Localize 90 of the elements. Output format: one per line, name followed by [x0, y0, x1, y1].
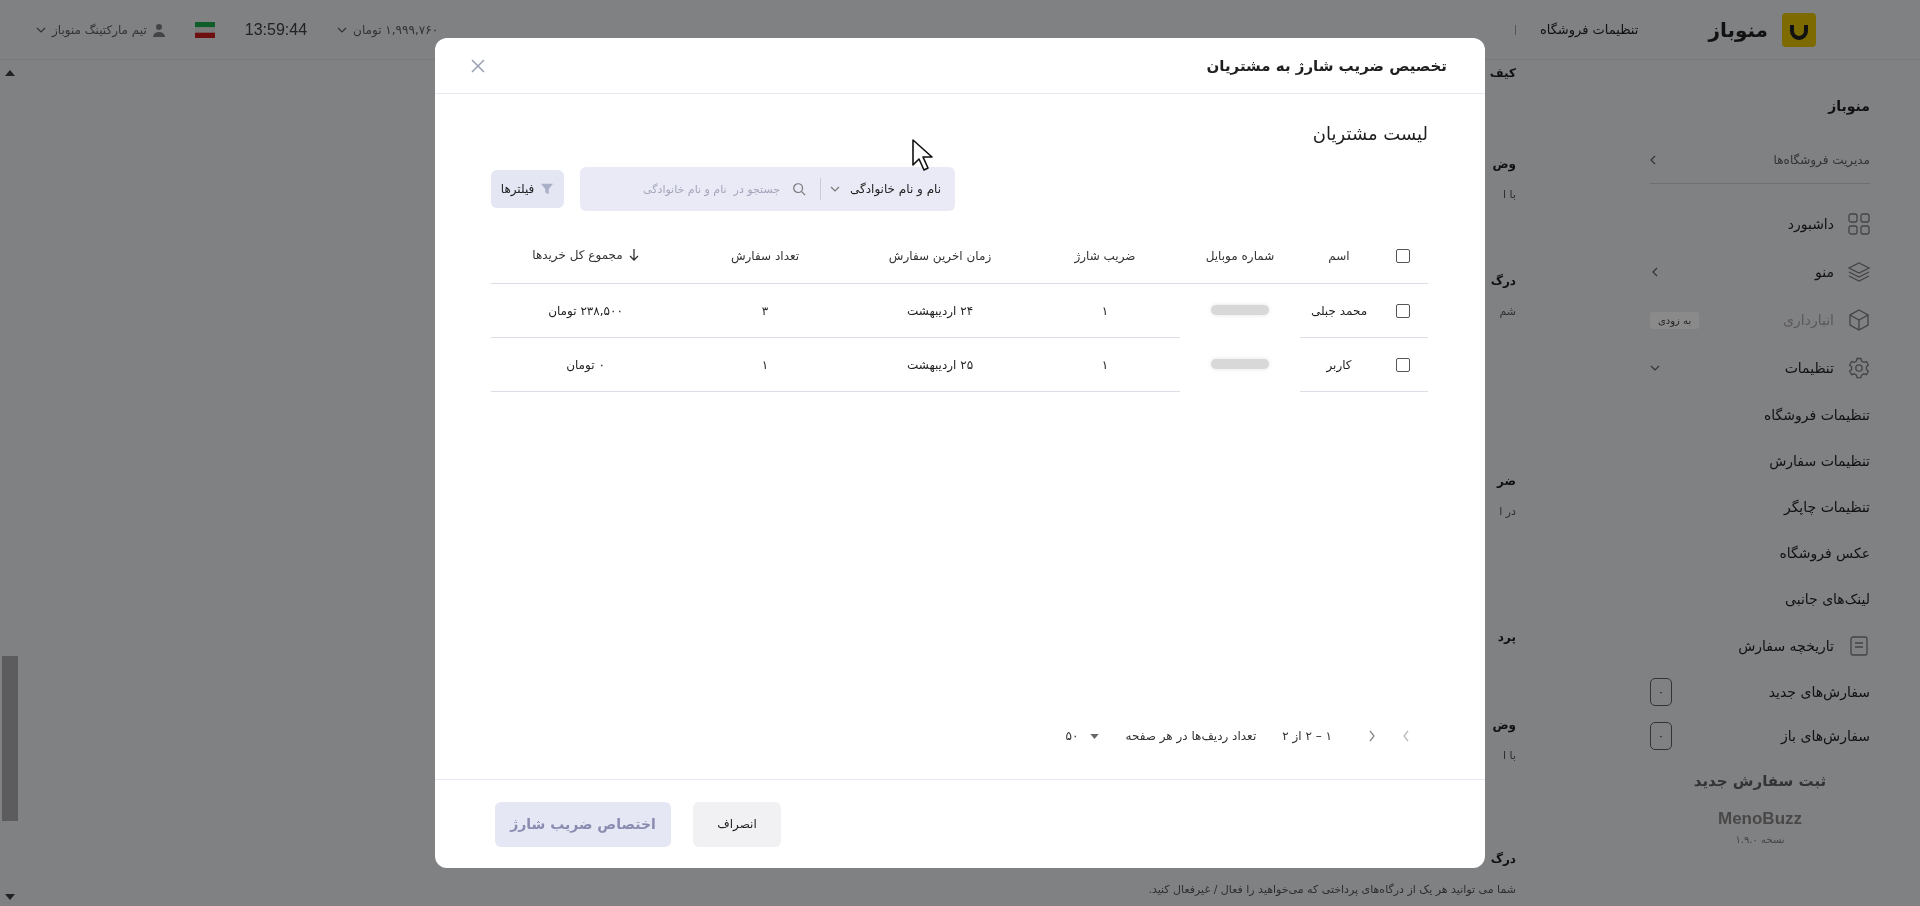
balance-dropdown[interactable]: ۱,۹۹۹,۷۶۰ تومان — [337, 22, 439, 37]
receipt-icon — [1848, 635, 1870, 657]
sub-nav-item[interactable]: عکس فروشگاه — [1650, 530, 1870, 576]
table-cell: ۲۴ اردیبهشت — [850, 283, 1030, 338]
close-icon[interactable] — [471, 58, 485, 73]
table-cell: ۱ — [680, 337, 850, 392]
user-icon — [152, 22, 165, 37]
select-all-checkbox[interactable] — [1396, 249, 1410, 264]
section-description: با ا — [1503, 748, 1516, 764]
funnel-icon — [540, 183, 555, 195]
user-menu[interactable]: تیم مارکتینگ منوباز — [36, 22, 165, 37]
section-description: با ا — [1503, 187, 1516, 203]
coming-soon-badge: به زودی — [1650, 311, 1700, 329]
search-field-select[interactable]: نام و نام خانوادگی — [820, 167, 956, 211]
sub-nav-item[interactable]: تنظیمات فروشگاه — [1650, 392, 1870, 438]
flag-icon — [194, 21, 215, 38]
table-cell: ۲۳۸,۵۰۰ تومان — [491, 283, 680, 338]
order-count-label: سفارش‌های باز — [1781, 728, 1870, 744]
sidebar-title: منوباز — [1826, 97, 1870, 117]
grid-icon — [1848, 213, 1870, 235]
scroll-up-icon[interactable] — [5, 70, 15, 76]
row-checkbox[interactable] — [1396, 357, 1410, 372]
section-title: درگ — [1490, 851, 1516, 868]
order-count: ۰ — [1650, 722, 1672, 750]
nav-item[interactable]: تنظیمات — [1670, 357, 1870, 379]
chevron-icon[interactable] — [1650, 267, 1660, 277]
table-cell: ۱ — [1030, 283, 1180, 338]
cursor-icon — [911, 138, 935, 172]
section-title: وض — [1492, 717, 1516, 734]
new-order-button[interactable]: ثبت سفارش جدید — [1650, 758, 1870, 804]
caret-icon — [1090, 733, 1100, 739]
section-title: لیست مشتریان — [1311, 122, 1428, 146]
sort-arrow-icon[interactable] — [628, 249, 639, 261]
section-description: شما می توانید هر یک از درگاه‌های پرداختی که می‌خواهید را فعال / غیرفعال کنید. — [1148, 882, 1516, 898]
layers-icon — [1848, 261, 1870, 283]
scrollbar-thumb[interactable] — [2, 656, 18, 821]
store-management-link[interactable]: مدیریت فروشگاه‌ها — [1650, 140, 1870, 180]
brand-wordmark: MenoBuzz — [1716, 808, 1803, 830]
nav-item[interactable]: منو — [1670, 261, 1870, 283]
caret-icon — [337, 26, 348, 33]
column-header[interactable]: مجموع کل خریدها — [532, 248, 623, 262]
section-description: در ا — [1499, 504, 1516, 520]
caret-icon — [830, 186, 840, 192]
table-cell: ۲۵ اردیبهشت — [850, 337, 1030, 392]
cube-icon — [1848, 309, 1870, 331]
blurred-phone-number — [1211, 358, 1269, 369]
row-checkbox[interactable] — [1396, 303, 1410, 318]
nav-item[interactable]: تاریخچه سفارش — [1650, 635, 1870, 657]
nav-item[interactable]: داشبورد — [1650, 213, 1870, 235]
cancel-button[interactable]: انصراف — [693, 801, 781, 847]
section-title: درگ — [1490, 273, 1516, 290]
order-count: ۰ — [1650, 678, 1672, 706]
rows-per-page-select[interactable]: ۵۰ — [1065, 729, 1100, 743]
table-cell: ۰ تومان — [491, 337, 680, 392]
filter-button[interactable]: فیلترها — [491, 170, 564, 208]
table-cell: محمد جبلی — [1300, 283, 1378, 338]
section-title: وض — [1492, 156, 1516, 173]
section-title: پرد — [1497, 629, 1516, 646]
clock: 13:59:44 — [244, 20, 308, 39]
version-label: نسخه ۱.۹.۰ — [1734, 833, 1786, 847]
table-cell: ۳ — [680, 283, 850, 338]
caret-icon — [36, 26, 46, 33]
blurred-phone-number — [1211, 304, 1269, 315]
dialog-title: تخصیص ضریب شارژ به مشتریان — [1206, 56, 1447, 75]
column-header[interactable]: تعداد سفارش — [730, 249, 800, 263]
chevron-right-icon[interactable] — [1368, 730, 1376, 742]
sub-nav-item[interactable]: تنظیمات سفارش — [1650, 438, 1870, 484]
search-field[interactable]: جستجو در نام و نام خانوادگی — [580, 167, 820, 211]
scroll-down-icon[interactable] — [5, 894, 15, 900]
column-header[interactable]: اسم — [1328, 249, 1350, 263]
order-count-label: سفارش‌های جدید — [1768, 684, 1870, 700]
column-header[interactable]: شماره موبایل — [1205, 249, 1275, 263]
logo-icon — [1782, 12, 1816, 47]
column-header[interactable]: ضریب شارژ — [1074, 249, 1136, 263]
table-cell: کاربر — [1300, 337, 1378, 392]
search-icon — [792, 182, 806, 196]
section-title: کیف — [1489, 65, 1516, 82]
table-cell: ۱ — [1030, 337, 1180, 392]
page-range: ۱ – ۲ از ۲ — [1282, 729, 1332, 743]
page-title[interactable]: تنظیمات فروشگاه — [1539, 22, 1639, 37]
column-header[interactable]: زمان اخرین سفارش — [888, 249, 992, 263]
rows-per-page-label: تعداد ردیف‌ها در هر صفحه — [1125, 729, 1257, 743]
section-title: ضر — [1496, 473, 1516, 490]
settings-icon — [1848, 357, 1870, 379]
section-description: شم — [1499, 304, 1516, 320]
brand-name: منوباز — [1708, 17, 1768, 42]
sub-nav-item[interactable]: تنظیمات چاپگر — [1650, 484, 1870, 530]
chevron-icon — [1650, 155, 1656, 165]
chevron-icon[interactable] — [1650, 363, 1660, 373]
sub-nav-item[interactable]: لینک‌های جانبی — [1650, 576, 1870, 622]
